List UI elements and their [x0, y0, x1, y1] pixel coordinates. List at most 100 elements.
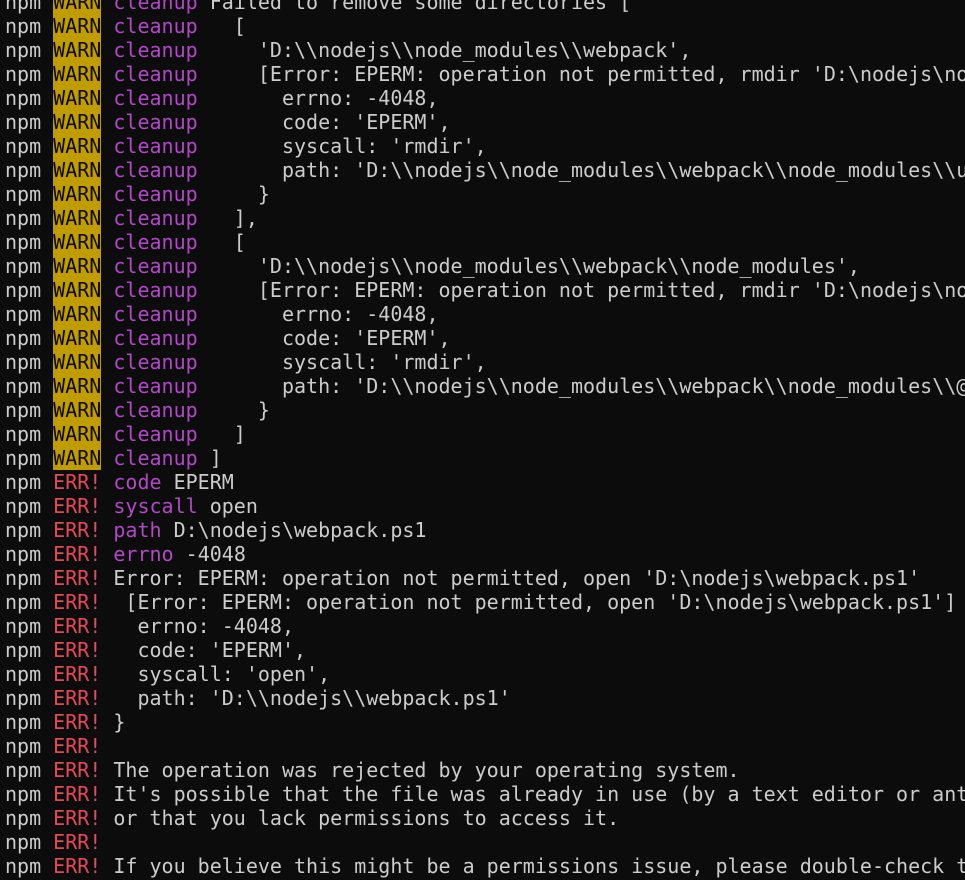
npm-prefix: npm [5, 686, 42, 710]
log-message: path: 'D:\\nodejs\\node_modules\\webpack… [197, 374, 965, 398]
npm-prefix: npm [5, 518, 42, 542]
log-message: It's possible that the file was already … [113, 782, 965, 806]
terminal-line: npm WARN cleanup path: 'D:\\nodejs\\node… [0, 374, 965, 398]
terminal-line: npm WARN cleanup Failed to remove some d… [0, 0, 965, 14]
npm-prefix: npm [5, 758, 42, 782]
log-message: errno: -4048, [197, 86, 439, 110]
warn-badge: WARN [53, 110, 102, 134]
npm-prefix: npm [5, 302, 42, 326]
terminal-line: npm WARN cleanup [ [0, 14, 965, 38]
terminal-line: npm WARN cleanup syscall: 'rmdir', [0, 134, 965, 158]
terminal-line: npm ERR! syscall open [0, 494, 965, 518]
log-message: -4048 [173, 542, 246, 566]
err-label: ERR! [53, 470, 102, 494]
warn-badge: WARN [53, 86, 102, 110]
terminal-line: npm WARN cleanup syscall: 'rmdir', [0, 350, 965, 374]
log-category: cleanup [113, 206, 198, 230]
log-category: cleanup [113, 254, 198, 278]
npm-prefix: npm [5, 230, 42, 254]
npm-prefix: npm [5, 38, 42, 62]
npm-prefix: npm [5, 566, 42, 590]
log-category: cleanup [113, 422, 198, 446]
warn-badge: WARN [53, 446, 102, 470]
npm-prefix: npm [5, 374, 42, 398]
warn-badge: WARN [53, 38, 102, 62]
err-label: ERR! [53, 854, 102, 878]
log-message: code: 'EPERM', [197, 110, 451, 134]
terminal-line: npm ERR! or that you lack permissions to… [0, 806, 965, 830]
log-category: cleanup [113, 158, 198, 182]
terminal-line: npm WARN cleanup code: 'EPERM', [0, 110, 965, 134]
log-message: ] [197, 446, 222, 470]
npm-prefix: npm [5, 0, 42, 14]
log-category: cleanup [113, 62, 198, 86]
err-label: ERR! [53, 662, 102, 686]
warn-badge: WARN [53, 206, 102, 230]
log-category: cleanup [113, 374, 198, 398]
log-category: path [113, 518, 162, 542]
log-category: cleanup [113, 0, 198, 14]
log-message: syscall: 'open', [113, 662, 331, 686]
terminal-line: npm WARN cleanup [Error: EPERM: operatio… [0, 62, 965, 86]
warn-badge: WARN [53, 0, 102, 14]
terminal-line: npm WARN cleanup code: 'EPERM', [0, 326, 965, 350]
log-category: cleanup [113, 14, 198, 38]
err-label: ERR! [53, 638, 102, 662]
npm-prefix: npm [5, 782, 42, 806]
warn-badge: WARN [53, 374, 102, 398]
log-message: syscall: 'rmdir', [197, 134, 487, 158]
log-category: errno [113, 542, 174, 566]
npm-prefix: npm [5, 734, 42, 758]
log-message: [Error: EPERM: operation not permitted, … [197, 278, 965, 302]
npm-prefix: npm [5, 854, 42, 878]
log-category: cleanup [113, 134, 198, 158]
warn-badge: WARN [53, 302, 102, 326]
npm-prefix: npm [5, 470, 42, 494]
log-message: [Error: EPERM: operation not permitted, … [113, 590, 957, 614]
log-category: cleanup [113, 446, 198, 470]
npm-prefix: npm [5, 278, 42, 302]
terminal-line: npm WARN cleanup 'D:\\nodejs\\node_modul… [0, 254, 965, 278]
err-label: ERR! [53, 566, 102, 590]
npm-prefix: npm [5, 830, 42, 854]
terminal-window[interactable]: npm WARN cleanup Failed to remove some d… [0, 0, 965, 880]
err-label: ERR! [53, 734, 102, 758]
warn-badge: WARN [53, 398, 102, 422]
log-category: cleanup [113, 110, 198, 134]
log-message: 'D:\\nodejs\\node_modules\\webpack\\node… [197, 254, 860, 278]
log-category: cleanup [113, 398, 198, 422]
terminal-line: npm WARN cleanup ] [0, 446, 965, 470]
terminal-line: npm ERR! [0, 734, 965, 758]
npm-prefix: npm [5, 662, 42, 686]
npm-prefix: npm [5, 710, 42, 734]
npm-prefix: npm [5, 86, 42, 110]
terminal-line: npm WARN cleanup ] [0, 422, 965, 446]
log-message: path: 'D:\\nodejs\\webpack.ps1' [113, 686, 511, 710]
terminal-line: npm WARN cleanup errno: -4048, [0, 302, 965, 326]
terminal-line: npm ERR! Error: EPERM: operation not per… [0, 566, 965, 590]
terminal-line: npm ERR! It's possible that the file was… [0, 782, 965, 806]
log-message: code: 'EPERM', [197, 326, 451, 350]
log-category: syscall [113, 494, 198, 518]
err-label: ERR! [53, 590, 102, 614]
terminal-line: npm ERR! errno: -4048, [0, 614, 965, 638]
warn-badge: WARN [53, 254, 102, 278]
log-message: } [197, 182, 270, 206]
terminal-line: npm WARN cleanup [ [0, 230, 965, 254]
warn-badge: WARN [53, 422, 102, 446]
warn-badge: WARN [53, 182, 102, 206]
terminal-line: npm ERR! [Error: EPERM: operation not pe… [0, 590, 965, 614]
warn-badge: WARN [53, 134, 102, 158]
log-message: The operation was rejected by your opera… [113, 758, 740, 782]
terminal-line: npm ERR! [0, 830, 965, 854]
npm-prefix: npm [5, 206, 42, 230]
log-message: syscall: 'rmdir', [197, 350, 487, 374]
log-category: cleanup [113, 230, 198, 254]
err-label: ERR! [53, 518, 102, 542]
terminal-line: npm ERR! code EPERM [0, 470, 965, 494]
npm-prefix: npm [5, 806, 42, 830]
log-message: [Error: EPERM: operation not permitted, … [197, 62, 965, 86]
err-label: ERR! [53, 830, 102, 854]
warn-badge: WARN [53, 350, 102, 374]
err-label: ERR! [53, 686, 102, 710]
